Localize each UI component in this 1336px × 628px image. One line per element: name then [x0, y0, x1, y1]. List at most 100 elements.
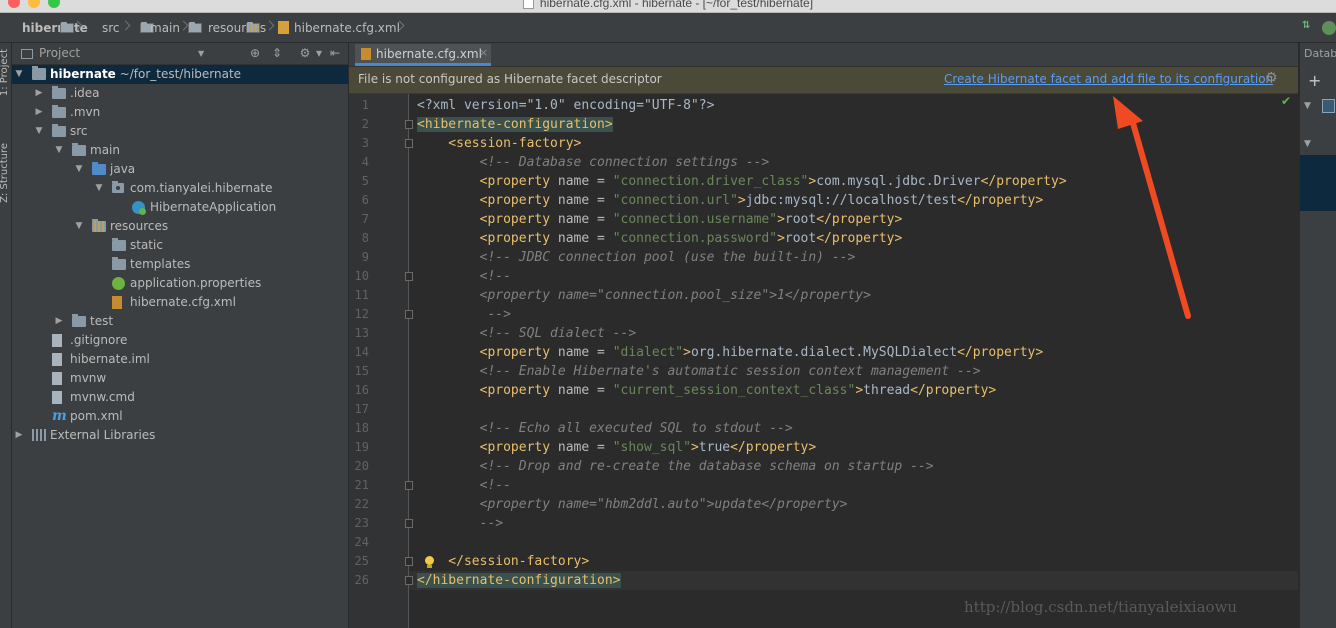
tree-item[interactable]: templates — [12, 255, 348, 274]
intention-bulb-icon[interactable] — [424, 556, 434, 568]
code-line[interactable]: <session-factory> — [417, 134, 581, 153]
expanded-arrow-icon[interactable]: ▼ — [94, 179, 104, 198]
expanded-arrow-icon[interactable]: ▼ — [74, 217, 84, 236]
code-line[interactable]: </session-factory> — [417, 552, 589, 571]
code-line[interactable]: <property name="connection.pool_size">1<… — [417, 286, 871, 305]
tree-item[interactable]: .gitignore — [12, 331, 348, 350]
tree-item[interactable]: ▼ java — [12, 160, 348, 179]
breadcrumb-file[interactable]: hibernate.cfg.xml — [278, 20, 400, 36]
expanded-arrow-icon[interactable]: ▼ — [54, 141, 64, 160]
code-line[interactable]: <!-- — [417, 476, 511, 495]
editor-tab-hibernate-cfg[interactable]: hibernate.cfg.xml × — [355, 44, 491, 66]
breadcrumb-resources[interactable]: resources — [190, 20, 266, 36]
code-line[interactable]: <property name = "connection.password">r… — [417, 229, 903, 248]
code-line[interactable]: <!-- SQL dialect --> — [417, 324, 637, 343]
collapsed-arrow-icon[interactable]: ▶ — [14, 426, 24, 445]
code-line[interactable]: </hibernate-configuration> — [417, 571, 621, 590]
collapsed-arrow-icon[interactable]: ▶ — [34, 103, 44, 122]
fold-marker-icon[interactable] — [405, 310, 413, 319]
fold-marker-icon[interactable] — [405, 272, 413, 281]
settings-gear-icon[interactable]: ⚙ — [298, 45, 312, 61]
tree-item[interactable]: static — [12, 236, 348, 255]
line-number: 15 — [354, 364, 369, 378]
line-number: 3 — [361, 136, 369, 150]
hide-panel-icon[interactable]: ⇤ — [328, 45, 342, 61]
code-token: "connection.username" — [612, 212, 778, 227]
code-line[interactable]: <!-- — [417, 267, 511, 286]
code-token: root — [784, 212, 817, 227]
tree-item[interactable]: HibernateApplication — [12, 198, 348, 217]
close-tab-icon[interactable]: × — [479, 46, 488, 59]
expanded-arrow-icon[interactable]: ▼ — [14, 65, 24, 84]
create-facet-link[interactable]: Create Hibernate facet and add file to i… — [944, 72, 1273, 86]
fold-marker-icon[interactable] — [405, 519, 413, 528]
code-line[interactable]: <?xml version="1.0" encoding="UTF-8"?> — [417, 96, 714, 115]
code-line[interactable]: <property name = "connection.driver_clas… — [417, 172, 1067, 191]
tree-item[interactable]: ▼ resources — [12, 217, 348, 236]
code-line[interactable]: <property name = "connection.username">r… — [417, 210, 903, 229]
code-line[interactable]: <hibernate-configuration> — [417, 115, 613, 134]
code-token: </property> — [980, 174, 1067, 189]
tree-root-hibernate[interactable]: ▼ hibernate ~/for_test/hibernate — [12, 65, 348, 84]
code-line[interactable]: --> — [417, 305, 510, 324]
tool-tab-structure[interactable]: Z: Structure — [0, 143, 10, 203]
vcs-icon[interactable]: ⇅ — [1302, 20, 1310, 31]
code-line[interactable]: <property name = "connection.url">jdbc:m… — [417, 191, 1044, 210]
code-line[interactable]: <property name = "dialect">org.hibernate… — [417, 343, 1044, 362]
expanded-arrow-icon[interactable]: ▼ — [1304, 101, 1311, 111]
collapsed-arrow-icon[interactable]: ▶ — [54, 312, 64, 331]
line-number: 14 — [354, 345, 369, 359]
fold-marker-icon[interactable] — [405, 576, 413, 585]
code-line[interactable]: <property name = "current_session_contex… — [417, 381, 997, 400]
code-token: <!-- Database connection settings --> — [417, 155, 770, 170]
fold-marker-icon[interactable] — [405, 557, 413, 566]
code-token: <property — [417, 212, 558, 227]
view-dropdown-icon[interactable]: ▼ — [198, 49, 204, 58]
tree-item-label: .gitignore — [70, 333, 128, 347]
code-token: </session-factory> — [417, 554, 590, 569]
breadcrumb-src[interactable]: src — [84, 20, 154, 36]
tool-tab-project[interactable]: 1: Project — [0, 49, 10, 96]
code-token: jdbc:mysql://localhost/test — [745, 193, 958, 208]
dropdown-small-icon[interactable]: ▾ — [312, 45, 326, 61]
code-line[interactable]: <!-- Enable Hibernate's automatic sessio… — [417, 362, 981, 381]
expanded-arrow-icon[interactable]: ▼ — [1304, 139, 1311, 149]
tree-item[interactable]: mvnw — [12, 369, 348, 388]
code-line[interactable]: <property name="hbm2ddl.auto">update</pr… — [417, 495, 848, 514]
tree-item[interactable]: ▶ .mvn — [12, 103, 348, 122]
code-line[interactable]: <!-- Database connection settings --> — [417, 153, 770, 172]
add-datasource-icon[interactable]: + — [1308, 71, 1321, 90]
tree-item[interactable]: ▶ External Libraries — [12, 426, 348, 445]
code-token: > — [690, 440, 699, 455]
run-status-icon[interactable] — [1322, 21, 1336, 35]
code-line[interactable]: <!-- Echo all executed SQL to stdout --> — [417, 419, 793, 438]
code-line[interactable]: <!-- JDBC connection pool (use the built… — [417, 248, 856, 267]
collapse-all-icon[interactable]: ⇕ — [270, 45, 284, 61]
code-line[interactable]: <property name = "show_sql">true</proper… — [417, 438, 817, 457]
tree-item-label: resources — [110, 219, 169, 233]
tree-item[interactable]: ▶ .idea — [12, 84, 348, 103]
tree-item[interactable]: ▼ main — [12, 141, 348, 160]
tree-item[interactable]: mvnw.cmd — [12, 388, 348, 407]
code-line[interactable]: --> — [417, 514, 503, 533]
code-token: <property — [417, 231, 558, 246]
tree-item[interactable]: hibernate.cfg.xml — [12, 293, 348, 312]
code-token: <property — [417, 174, 558, 189]
expanded-arrow-icon[interactable]: ▼ — [34, 122, 44, 141]
breadcrumb-main[interactable]: main — [132, 20, 202, 36]
selected-datasource-row[interactable] — [1300, 155, 1336, 211]
fold-marker-icon[interactable] — [405, 139, 413, 148]
tree-item[interactable]: ▼ src — [12, 122, 348, 141]
scroll-from-source-icon[interactable]: ⊕ — [248, 45, 262, 61]
tree-item[interactable]: ▶ test — [12, 312, 348, 331]
tree-item[interactable]: hibernate.iml — [12, 350, 348, 369]
collapsed-arrow-icon[interactable]: ▶ — [34, 84, 44, 103]
fold-marker-icon[interactable] — [405, 481, 413, 490]
tree-item[interactable]: m pom.xml — [12, 407, 348, 426]
tree-item[interactable]: application.properties — [12, 274, 348, 293]
expanded-arrow-icon[interactable]: ▼ — [74, 160, 84, 179]
tree-item[interactable]: ▼ com.tianyalei.hibernate — [12, 179, 348, 198]
fold-marker-icon[interactable] — [405, 120, 413, 129]
banner-settings-gear-icon[interactable]: ⚙ — [1265, 70, 1278, 86]
code-line[interactable]: <!-- Drop and re-create the database sch… — [417, 457, 934, 476]
